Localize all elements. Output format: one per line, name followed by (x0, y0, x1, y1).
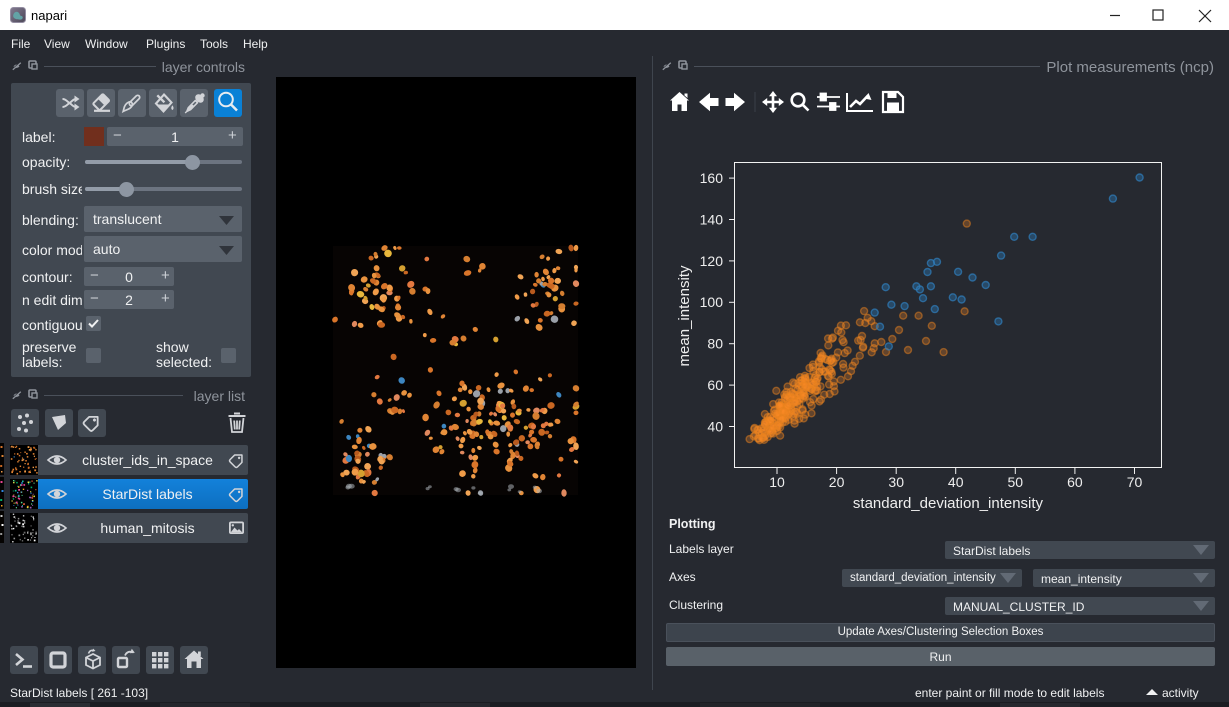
svg-text:80: 80 (707, 336, 723, 352)
svg-text:60: 60 (707, 377, 723, 393)
svg-text:mean_intensity: mean_intensity (676, 265, 693, 366)
svg-text:70: 70 (1127, 474, 1143, 490)
svg-text:standard_deviation_intensity: standard_deviation_intensity (853, 495, 1044, 512)
svg-text:50: 50 (1008, 474, 1024, 490)
svg-text:120: 120 (700, 253, 724, 269)
svg-text:60: 60 (1067, 474, 1083, 490)
svg-text:160: 160 (700, 170, 724, 186)
svg-text:140: 140 (700, 211, 724, 227)
svg-text:40: 40 (707, 418, 723, 434)
svg-text:10: 10 (769, 474, 785, 490)
svg-text:40: 40 (948, 474, 964, 490)
svg-text:20: 20 (829, 474, 845, 490)
svg-text:100: 100 (700, 294, 724, 310)
svg-text:30: 30 (888, 474, 904, 490)
